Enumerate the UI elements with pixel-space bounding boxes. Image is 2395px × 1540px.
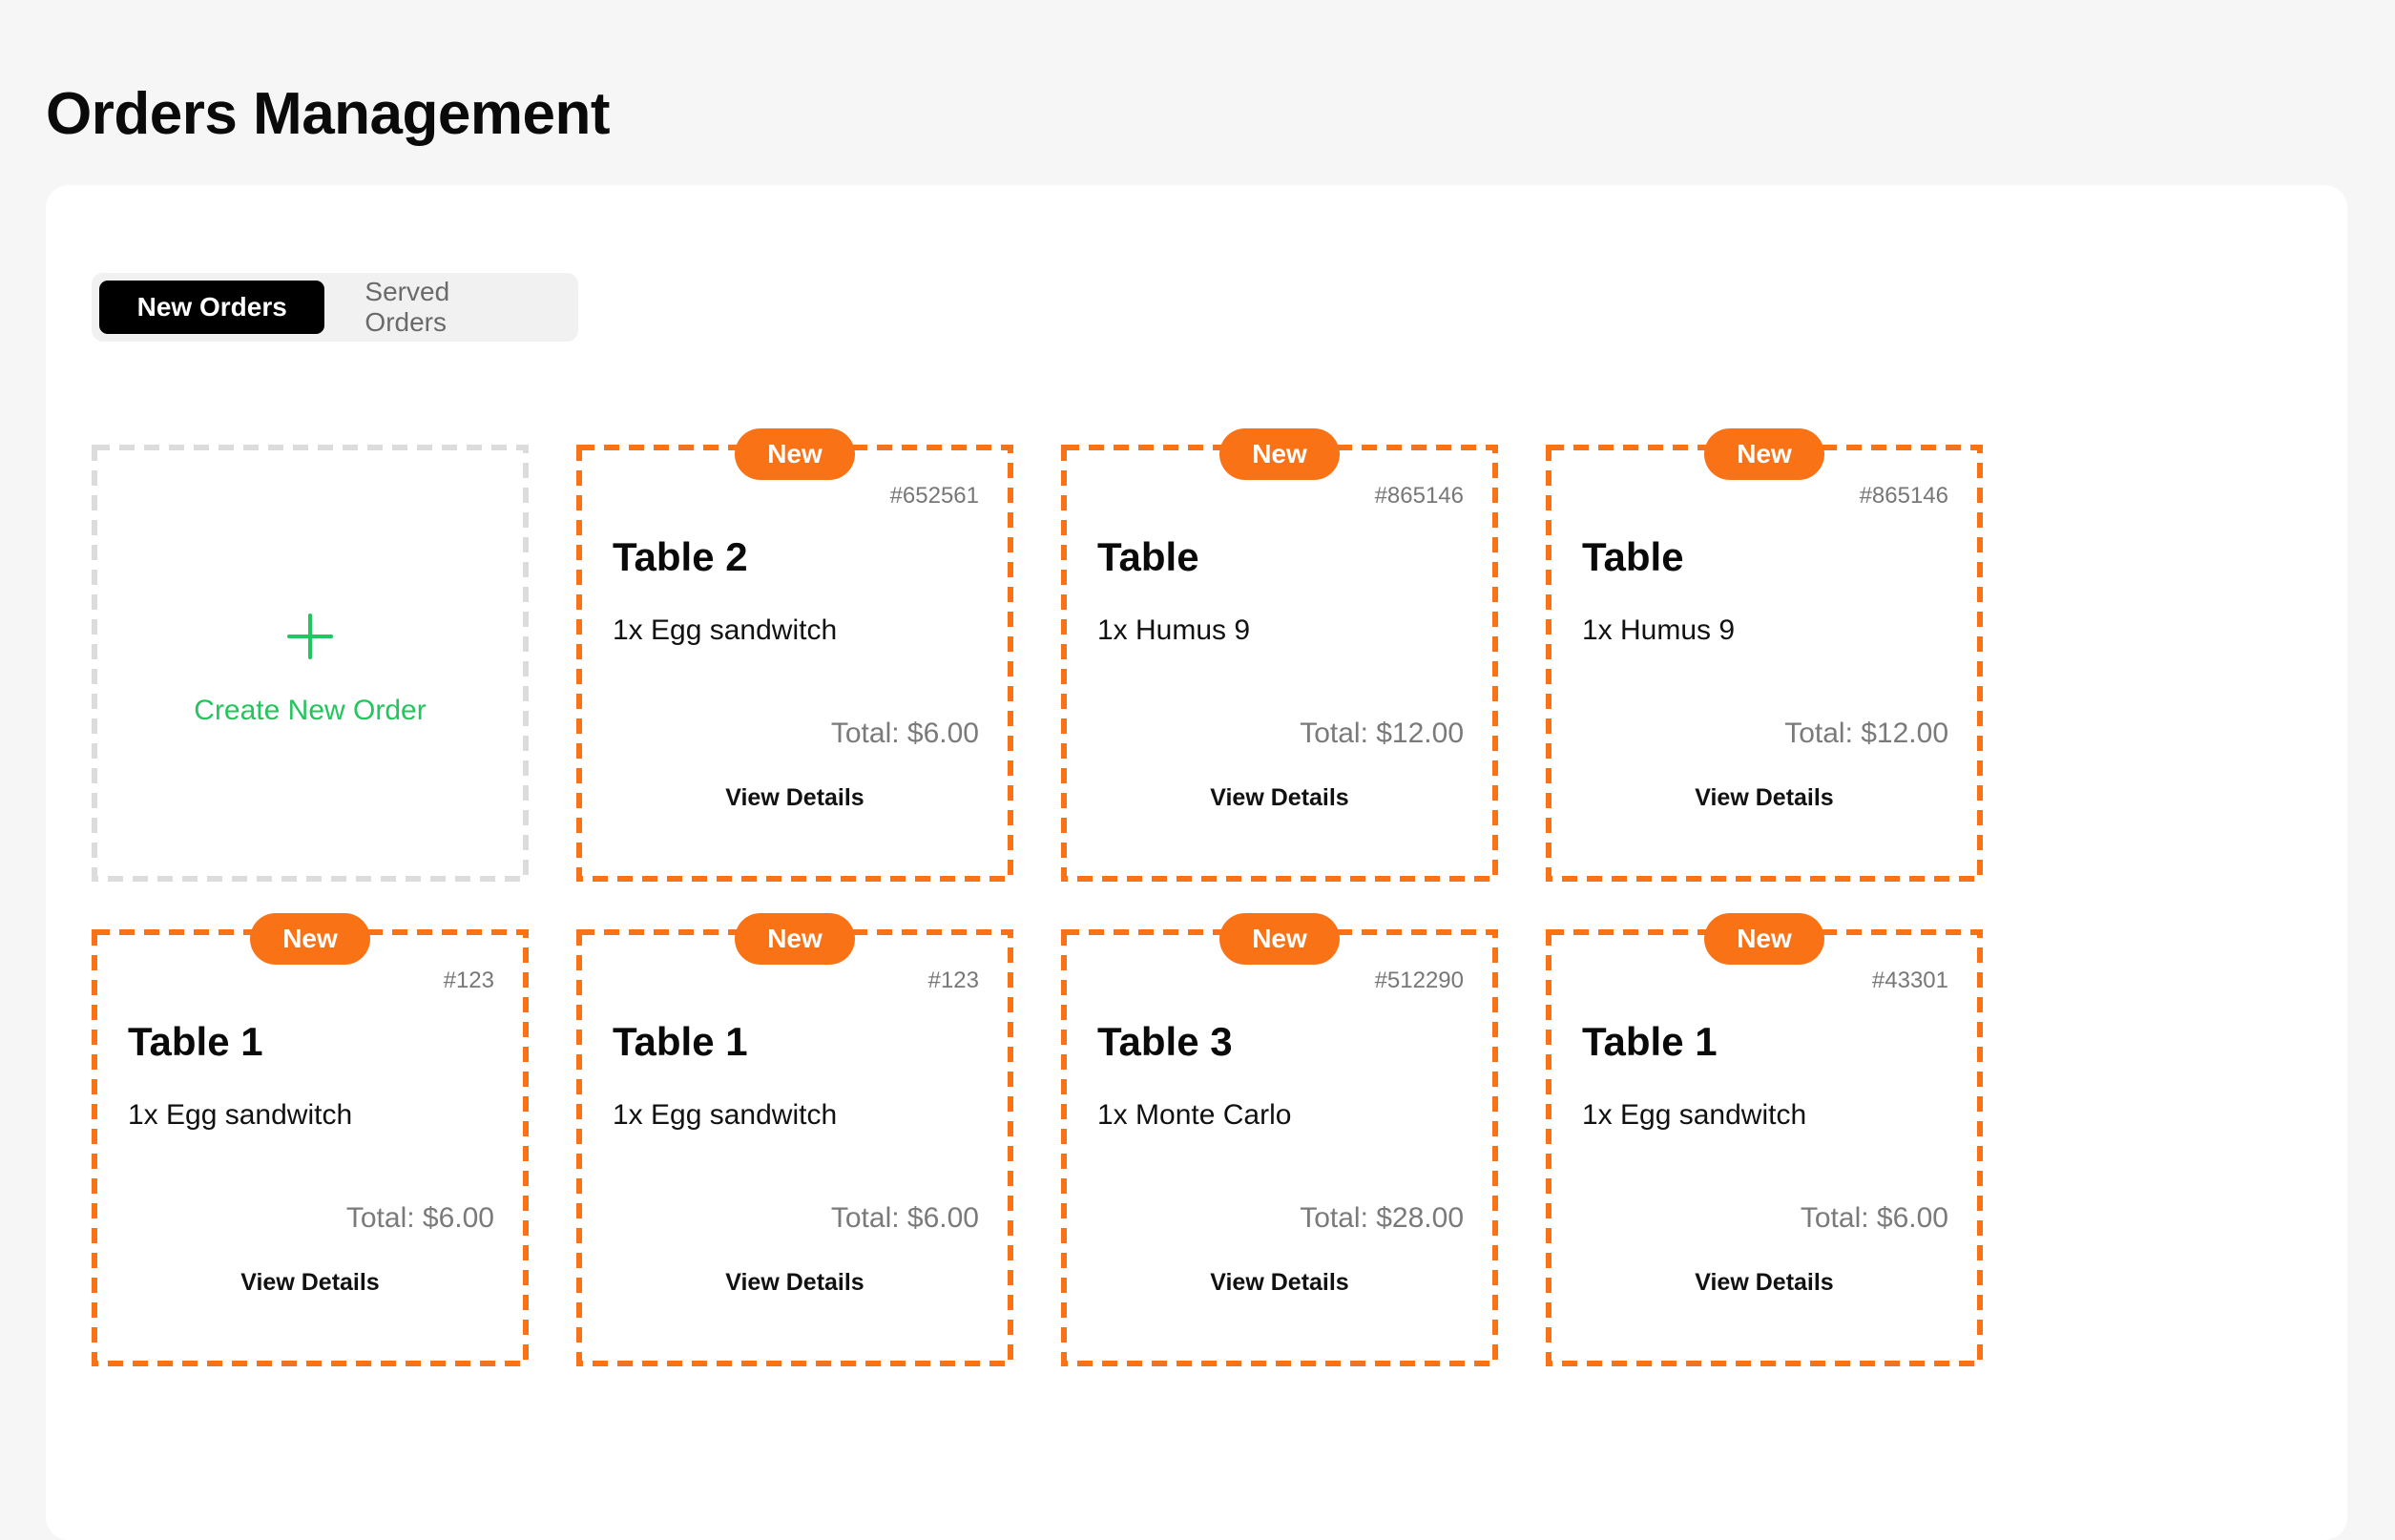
view-details-button[interactable]: View Details [576, 1269, 1013, 1297]
plus-icon [287, 614, 333, 659]
page-title: Orders Management [46, 81, 611, 147]
create-order-card[interactable]: Create New Order [92, 445, 529, 882]
order-total: Total: $28.00 [1300, 1202, 1464, 1234]
order-card: New #512290 Table 3 1x Monte Carlo Total: $2… [1061, 913, 1498, 1366]
table-name: Table 1 [613, 1019, 748, 1064]
view-details-button[interactable]: View Details [1061, 784, 1498, 812]
order-item: 1x Humus 9 [1582, 614, 1736, 646]
table-name: Table 1 [128, 1019, 263, 1064]
view-details-button[interactable]: View Details [1061, 1269, 1498, 1297]
create-order-label: Create New Order [194, 695, 427, 726]
tab-served-orders[interactable]: Served Orders [324, 277, 571, 337]
order-total: Total: $12.00 [1784, 718, 1948, 749]
order-id: #123 [443, 968, 494, 993]
order-total: Total: $6.00 [830, 718, 979, 749]
card-border [1061, 445, 1498, 882]
order-card: New #123 Table 1 1x Egg sandwitch Total: $6.… [576, 913, 1013, 1366]
card-border [576, 445, 1013, 882]
order-item: 1x Egg sandwitch [128, 1099, 353, 1131]
view-details-button[interactable]: View Details [1546, 1269, 1983, 1297]
order-total: Total: $6.00 [345, 1202, 494, 1234]
card-border [1546, 445, 1983, 882]
order-id: #865146 [1859, 483, 1948, 509]
card-border [1061, 929, 1498, 1366]
order-total: Total: $12.00 [1300, 718, 1464, 749]
view-details-button[interactable]: View Details [92, 1269, 529, 1297]
order-card: New #43301 Table 1 1x Egg sandwitch Total: $… [1546, 913, 1983, 1366]
order-id: #865146 [1374, 483, 1464, 509]
view-details-button[interactable]: View Details [1546, 784, 1983, 812]
new-badge: New [250, 913, 370, 965]
table-name: Table 1 [1582, 1019, 1718, 1064]
new-badge: New [1704, 913, 1824, 965]
view-details-button[interactable]: View Details [576, 784, 1013, 812]
order-card: New #865146 Table 1x Humus 9 Total: $12.00 Vi… [1546, 428, 1983, 882]
table-name: Table [1582, 534, 1684, 579]
tab-new-orders[interactable]: New Orders [99, 281, 325, 334]
order-id: #43301 [1871, 968, 1948, 993]
new-badge: New [735, 913, 855, 965]
card-border [92, 929, 529, 1366]
new-badge: New [1219, 428, 1340, 480]
new-badge: New [735, 428, 855, 480]
card-border [576, 929, 1013, 1366]
table-name: Table [1097, 534, 1199, 579]
table-name: Table 2 [613, 534, 748, 579]
order-card: New #652561 Table 2 1x Egg sandwitch Total: … [576, 428, 1013, 882]
order-id: #652561 [889, 483, 979, 509]
order-total: Total: $6.00 [830, 1202, 979, 1234]
card-border [92, 445, 529, 882]
order-item: 1x Humus 9 [1097, 614, 1251, 646]
order-id: #512290 [1374, 968, 1464, 993]
order-item: 1x Egg sandwitch [613, 614, 838, 646]
new-badge: New [1704, 428, 1824, 480]
order-tabs: New Orders Served Orders [92, 273, 578, 342]
order-item: 1x Monte Carlo [1097, 1099, 1292, 1131]
order-id: #123 [927, 968, 979, 993]
table-name: Table 3 [1097, 1019, 1233, 1064]
orders-panel: New Orders Served Orders Create New Orde… [46, 185, 2347, 1540]
card-border [1546, 929, 1983, 1366]
new-badge: New [1219, 913, 1340, 965]
order-item: 1x Egg sandwitch [613, 1099, 838, 1131]
order-total: Total: $6.00 [1800, 1202, 1948, 1234]
order-card: New #865146 Table 1x Humus 9 Total: $12.00 Vi… [1061, 428, 1498, 882]
order-item: 1x Egg sandwitch [1582, 1099, 1807, 1131]
order-card: New #123 Table 1 1x Egg sandwitch Total: $6.… [92, 913, 529, 1366]
